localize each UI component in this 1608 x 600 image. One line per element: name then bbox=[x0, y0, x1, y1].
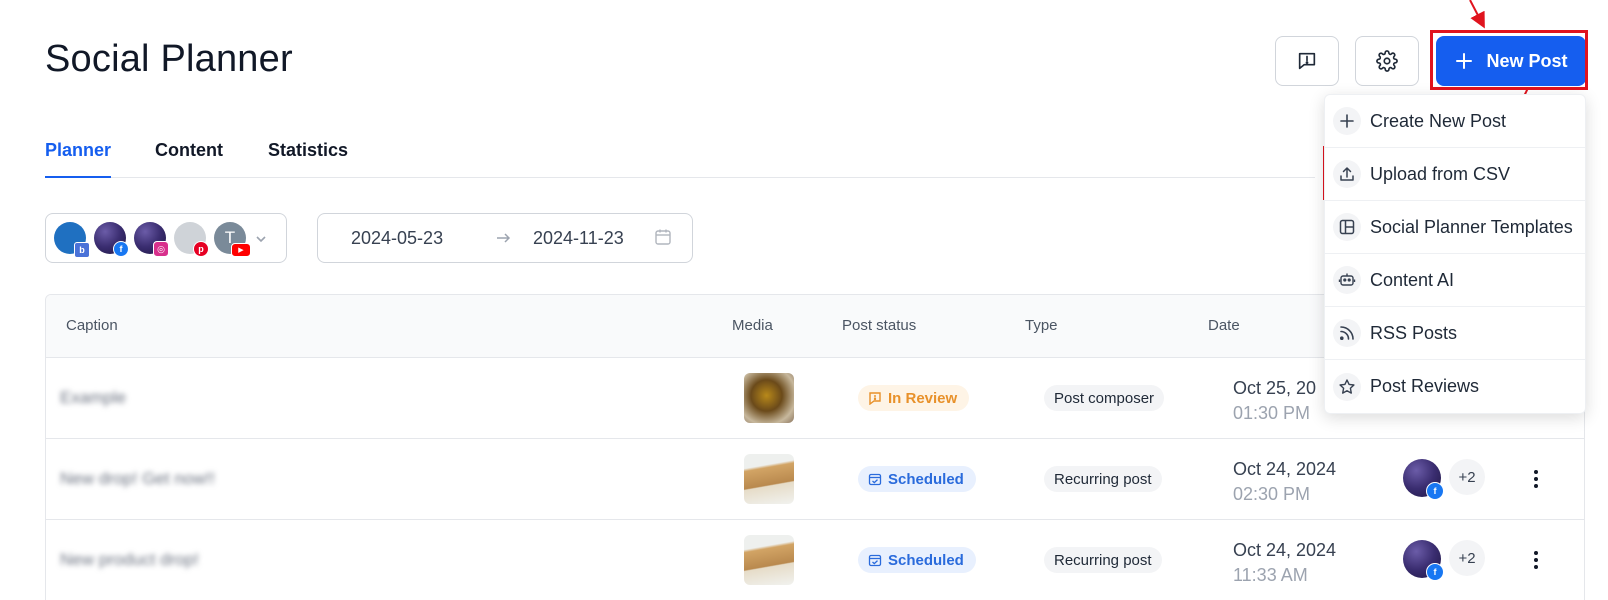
post-caption: New product drop! bbox=[60, 550, 199, 569]
status-label: Scheduled bbox=[888, 470, 964, 488]
avatar-facebook: f bbox=[94, 222, 129, 257]
menu-item-content-ai[interactable]: Content AI bbox=[1325, 254, 1585, 307]
menu-item-post-reviews[interactable]: Post Reviews bbox=[1325, 360, 1585, 413]
new-post-dropdown: Create New Post Upload from CSV Social P… bbox=[1324, 94, 1586, 414]
pinterest-icon: p bbox=[193, 241, 209, 257]
column-type: Type bbox=[1025, 317, 1058, 334]
status-badge: In Review bbox=[858, 385, 970, 411]
post-time: 02:30 PM bbox=[1233, 484, 1311, 504]
post-time: 11:33 AM bbox=[1233, 565, 1308, 585]
post-caption: New drop! Get now!! bbox=[60, 469, 215, 488]
tab-planner[interactable]: Planner bbox=[45, 140, 112, 178]
type-badge: Recurring post bbox=[1044, 466, 1162, 492]
post-time: 01:30 PM bbox=[1233, 403, 1311, 423]
menu-item-create-new-post[interactable]: Create New Post bbox=[1325, 95, 1585, 148]
media-thumbnail[interactable] bbox=[744, 373, 794, 423]
facebook-icon: f bbox=[1426, 482, 1444, 500]
calendar-check-icon bbox=[868, 554, 882, 567]
account-avatar: f bbox=[1403, 540, 1444, 581]
more-accounts-count[interactable]: +2 bbox=[1449, 540, 1485, 576]
post-date: Oct 25, 20 bbox=[1233, 378, 1317, 398]
rss-icon bbox=[1333, 319, 1361, 347]
post-date: Oct 24, 2024 bbox=[1233, 540, 1337, 560]
post-date: Oct 24, 2024 bbox=[1233, 459, 1337, 479]
end-date[interactable]: 2024-11-23 bbox=[533, 228, 624, 249]
table-row[interactable]: New drop! Get now!! Scheduled Recurring … bbox=[46, 439, 1584, 520]
avatar-gmb: b bbox=[54, 222, 90, 258]
instagram-icon: ◎ bbox=[153, 241, 169, 257]
facebook-icon: f bbox=[1426, 563, 1444, 581]
tab-content[interactable]: Content bbox=[155, 140, 223, 178]
date-range-picker[interactable]: 2024-05-23 2024-11-23 bbox=[317, 213, 693, 263]
status-badge: Scheduled bbox=[858, 466, 976, 492]
column-media: Media bbox=[732, 317, 773, 334]
tab-statistics[interactable]: Statistics bbox=[268, 140, 348, 178]
media-thumbnail[interactable] bbox=[744, 454, 794, 504]
post-caption: Example bbox=[60, 388, 127, 407]
type-badge: Recurring post bbox=[1044, 547, 1162, 573]
account-selector[interactable]: b f ◎ p T ▶ bbox=[45, 213, 287, 263]
avatar-pinterest: p bbox=[174, 222, 209, 257]
calendar-icon bbox=[655, 229, 671, 245]
more-accounts-count[interactable]: +2 bbox=[1449, 459, 1485, 495]
table-row[interactable]: New product drop! Scheduled Recurring po… bbox=[46, 520, 1584, 600]
type-badge: Post composer bbox=[1044, 385, 1165, 411]
status-label: Scheduled bbox=[888, 551, 964, 569]
status-badge: Scheduled bbox=[858, 547, 976, 573]
column-caption: Caption bbox=[66, 317, 118, 334]
more-vertical-icon[interactable] bbox=[1524, 548, 1548, 572]
more-vertical-icon[interactable] bbox=[1524, 467, 1548, 491]
menu-item-templates[interactable]: Social Planner Templates bbox=[1325, 201, 1585, 254]
youtube-icon: ▶ bbox=[231, 243, 251, 257]
tab-bar: Planner Content Statistics bbox=[45, 140, 1315, 178]
avatar-instagram: ◎ bbox=[134, 222, 169, 257]
avatar-youtube: T ▶ bbox=[214, 222, 251, 257]
star-icon bbox=[1333, 372, 1361, 401]
robot-icon bbox=[1333, 266, 1361, 294]
menu-item-upload-csv[interactable]: Upload from CSV bbox=[1325, 148, 1585, 201]
gmb-icon: b bbox=[74, 242, 90, 258]
media-thumbnail[interactable] bbox=[744, 535, 794, 585]
review-icon bbox=[869, 392, 881, 405]
upload-icon bbox=[1333, 160, 1361, 188]
account-avatar: f bbox=[1403, 459, 1444, 500]
column-post-status: Post status bbox=[842, 317, 917, 334]
column-date: Date bbox=[1208, 317, 1240, 334]
start-date[interactable]: 2024-05-23 bbox=[351, 228, 443, 249]
menu-item-rss-posts[interactable]: RSS Posts bbox=[1325, 307, 1585, 360]
facebook-icon: f bbox=[113, 241, 129, 257]
arrow-right-icon bbox=[497, 233, 511, 243]
calendar-check-icon bbox=[868, 473, 882, 486]
plus-icon bbox=[1333, 107, 1361, 135]
chevron-down-icon bbox=[256, 236, 266, 243]
status-label: In Review bbox=[888, 389, 958, 407]
template-icon bbox=[1333, 213, 1361, 241]
